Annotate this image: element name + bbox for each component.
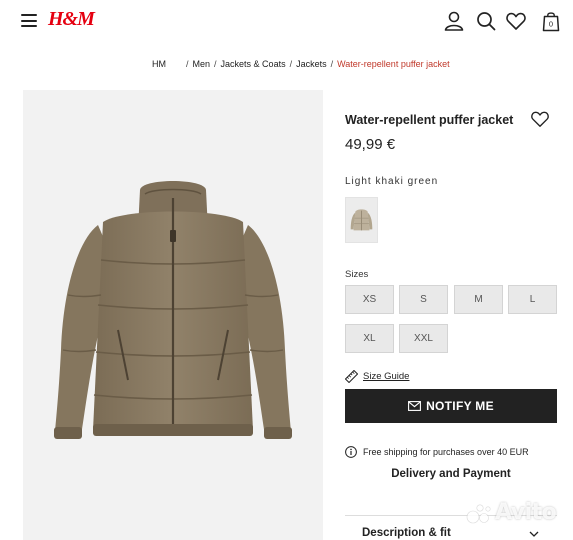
account-icon[interactable] (443, 10, 465, 32)
mail-icon (408, 401, 422, 411)
chevron-down-icon[interactable] (528, 528, 540, 540)
size-button-xs[interactable]: XS (345, 285, 394, 314)
breadcrumb-item-hm[interactable]: HM (152, 59, 182, 69)
color-swatch[interactable] (345, 197, 378, 243)
bag-count: 0 (549, 19, 553, 28)
top-header: H&M 0 (0, 0, 573, 44)
breadcrumb-current: Water-repellent puffer jacket (337, 59, 450, 69)
size-button-l[interactable]: L (508, 285, 557, 314)
favorites-icon[interactable] (505, 10, 527, 32)
breadcrumb: HM / Men / Jackets & Coats / Jackets / Water-rep… (152, 59, 450, 69)
size-button-xl[interactable]: XL (345, 324, 394, 353)
product-title: Water-repellent puffer jacket (345, 113, 514, 127)
size-button-s[interactable]: S (399, 285, 448, 314)
size-button-m[interactable]: M (454, 285, 503, 314)
add-to-favorites-icon[interactable] (530, 109, 550, 129)
ruler-icon (345, 370, 358, 383)
breadcrumb-item-jackets[interactable]: Jackets (296, 59, 327, 69)
menu-icon[interactable] (21, 14, 37, 27)
size-guide-label: Size Guide (363, 371, 410, 382)
breadcrumb-item-jackets-coats[interactable]: Jackets & Coats (221, 59, 286, 69)
product-price: 49,99 € (345, 136, 396, 153)
jacket-illustration (54, 181, 292, 439)
notify-me-label: NOTIFY ME (426, 399, 494, 413)
description-fit-toggle[interactable]: Description & fit (362, 527, 451, 539)
size-guide-link[interactable]: Size Guide (345, 370, 409, 383)
notify-me-button[interactable]: NOTIFY ME (345, 389, 557, 423)
search-icon[interactable] (475, 10, 497, 32)
breadcrumb-item-men[interactable]: Men (193, 59, 211, 69)
shopping-bag-icon[interactable]: 0 (540, 10, 562, 32)
color-name: Light khaki green (345, 176, 439, 187)
size-button-xxl[interactable]: XXL (399, 324, 448, 353)
product-image[interactable] (23, 90, 323, 540)
shipping-text: Free shipping for purchases over 40 EUR (363, 447, 529, 457)
delivery-payment-link[interactable]: Delivery and Payment (345, 468, 557, 480)
shipping-info: Free shipping for purchases over 40 EUR (345, 446, 529, 458)
info-icon (345, 446, 357, 458)
sizes-label: Sizes (345, 269, 369, 280)
avito-watermark: Avito (495, 500, 557, 525)
avito-logo-icon (466, 504, 491, 524)
hm-logo[interactable]: H&M (48, 8, 95, 31)
